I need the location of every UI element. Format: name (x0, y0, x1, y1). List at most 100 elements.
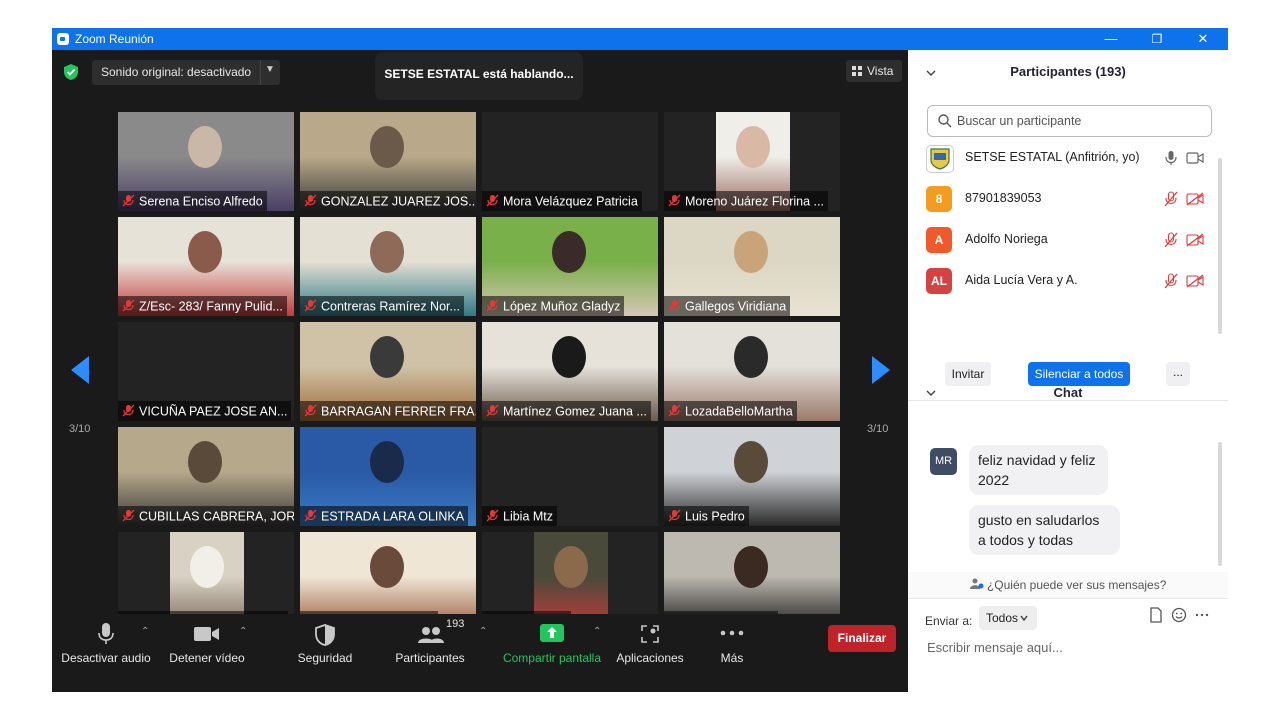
participant-avatar: AL (926, 268, 952, 294)
minimize-button[interactable]: — (1088, 28, 1134, 50)
participant-video-tile[interactable]: BARRAGAN FERRER FRA... (300, 322, 476, 421)
restore-button[interactable]: ❐ (1134, 28, 1180, 50)
person-silhouette (188, 126, 222, 168)
participants-panel-title: Participantes (193) (1010, 64, 1126, 79)
participant-video-tile[interactable]: VICUÑA PAEZ JOSE AN... (118, 322, 294, 421)
participant-name-label: Mora Velázquez Patricia (482, 191, 642, 211)
end-meeting-button[interactable]: Finalizar (828, 625, 896, 652)
participant-video-tile[interactable]: Serena Enciso Alfredo (118, 112, 294, 211)
participant-name-label: López Muñoz Gladyz (482, 296, 625, 316)
share-options-caret-icon[interactable]: ⌃ (593, 626, 601, 637)
person-silhouette (188, 441, 222, 483)
send-to-value: Todos (986, 611, 1019, 625)
chat-scrollbar[interactable] (1218, 442, 1222, 566)
meeting-area: Sonido original: desactivado ▼ SETSE EST… (52, 50, 908, 692)
participants-button[interactable]: 193 Participantes (390, 614, 470, 670)
stop-video-button[interactable]: Detener vídeo (162, 614, 252, 670)
participant-name-label: Gallegos Viridiana (664, 296, 791, 316)
view-button[interactable]: Vista (846, 60, 902, 82)
chat-message-input[interactable] (925, 636, 1209, 658)
person-silhouette (370, 441, 404, 483)
chevron-down-icon[interactable]: ▼ (265, 64, 275, 75)
participant-video-tile[interactable]: LozadaBelloMartha (664, 322, 840, 421)
participant-name-label: VICUÑA PAEZ JOSE AN... (118, 401, 292, 421)
participants-label: Participantes (395, 651, 465, 665)
participant-video-tile[interactable]: Mora Velázquez Patricia (482, 112, 658, 211)
participant-name-label: Moreno Juárez Florina ... (664, 191, 828, 211)
video-off-icon[interactable] (1186, 192, 1204, 206)
person-silhouette (188, 231, 222, 273)
participant-name: Z/Esc- 283/ Fanny Pulid... (139, 299, 283, 314)
who-can-see-messages[interactable]: ¿Quién puede ver sus mensajes? (908, 572, 1228, 598)
participant-row[interactable]: SETSE ESTATAL (Anfitrión, yo) (926, 142, 1216, 174)
video-off-icon[interactable] (1186, 274, 1204, 288)
muted-microphone-icon (486, 404, 499, 417)
page-indicator-left: 3/10 (69, 423, 91, 435)
previous-page-arrow-icon[interactable] (69, 354, 91, 386)
participant-name: Contreras Ramírez Nor... (321, 299, 460, 314)
participant-video-tile[interactable]: GONZALEZ JUAREZ JOS... (300, 112, 476, 211)
microphone-icon (98, 623, 114, 644)
participant-video-tile[interactable]: López Muñoz Gladyz (482, 217, 658, 316)
more-button[interactable]: Más (708, 614, 756, 670)
apps-button[interactable]: Aplicaciones (612, 614, 688, 670)
person-silhouette (736, 126, 770, 168)
person-silhouette (734, 231, 768, 273)
page-indicator-right: 3/10 (867, 423, 889, 435)
participant-video-tile[interactable]: Martínez Gomez Juana ... (482, 322, 658, 421)
muted-microphone-icon (486, 299, 499, 312)
close-button[interactable]: ✕ (1180, 28, 1226, 50)
participant-row[interactable]: 8 87901839053 (926, 183, 1216, 215)
participant-video-tile[interactable]: Contreras Ramírez Nor... (300, 217, 476, 316)
view-label: Vista (867, 64, 894, 78)
participant-name: GONZALEZ JUAREZ JOS... (321, 194, 476, 209)
share-screen-button[interactable]: Compartir pantalla (498, 614, 606, 670)
chat-panel-title: Chat (1053, 385, 1083, 400)
muted-microphone-icon (304, 299, 317, 312)
participant-search-input[interactable] (955, 110, 1209, 132)
participant-video-tile[interactable]: Moreno Juárez Florina ... (664, 112, 840, 211)
participant-video-tile[interactable]: CUBILLAS CABRERA, JOR... (118, 427, 294, 526)
participant-video-tile[interactable]: Z/Esc- 283/ Fanny Pulid... (118, 217, 294, 316)
share-screen-label: Compartir pantalla (502, 651, 602, 665)
microphone-icon[interactable] (1164, 150, 1178, 166)
muted-microphone-icon[interactable] (1164, 191, 1178, 207)
chat-more-icon[interactable] (1194, 607, 1210, 623)
security-button[interactable]: Seguridad (288, 614, 362, 670)
participant-row[interactable]: A Adolfo Noriega (926, 224, 1216, 256)
muted-microphone-icon (668, 194, 681, 207)
encryption-shield-icon[interactable] (64, 64, 78, 80)
dropdown-separator (260, 60, 261, 85)
person-silhouette (190, 546, 224, 588)
person-silhouette (734, 336, 768, 378)
muted-microphone-icon[interactable] (1164, 273, 1178, 289)
participant-name: López Muñoz Gladyz (503, 299, 621, 314)
video-options-caret-icon[interactable]: ⌃ (239, 626, 247, 637)
video-camera-icon[interactable] (1186, 151, 1204, 165)
participant-name: Gallegos Viridiana (685, 299, 787, 314)
original-sound-toggle[interactable]: Sonido original: desactivado ▼ (92, 60, 280, 85)
next-page-arrow-icon[interactable] (870, 354, 892, 386)
emoji-icon[interactable] (1171, 607, 1187, 623)
send-to-dropdown[interactable]: Todos (979, 606, 1037, 630)
participant-row[interactable]: AL Aida Lucía Vera y A. (926, 265, 1216, 297)
participants-scrollbar[interactable] (1218, 158, 1222, 334)
mute-audio-button[interactable]: Desactivar audio (56, 614, 156, 670)
search-icon (938, 114, 952, 128)
participant-video-tile[interactable]: Gallegos Viridiana (664, 217, 840, 316)
file-icon[interactable] (1148, 607, 1164, 623)
participants-options-caret-icon[interactable]: ⌃ (479, 626, 487, 637)
more-dots-icon (720, 630, 744, 636)
participant-video-tile[interactable]: Libia Mtz (482, 427, 658, 526)
muted-microphone-icon (122, 509, 135, 522)
muted-microphone-icon[interactable] (1164, 232, 1178, 248)
window-title: Zoom Reunión (75, 32, 154, 46)
video-off-icon[interactable] (1186, 233, 1204, 247)
person-silhouette (734, 546, 768, 588)
grid-view-icon (852, 66, 862, 76)
participant-name-label: GONZALEZ JUAREZ JOS... (300, 191, 476, 211)
participant-search-box[interactable] (927, 105, 1212, 137)
participant-video-tile[interactable]: Luis Pedro (664, 427, 840, 526)
audio-options-caret-icon[interactable]: ⌃ (141, 626, 149, 637)
participant-video-tile[interactable]: ESTRADA LARA OLINKA (300, 427, 476, 526)
